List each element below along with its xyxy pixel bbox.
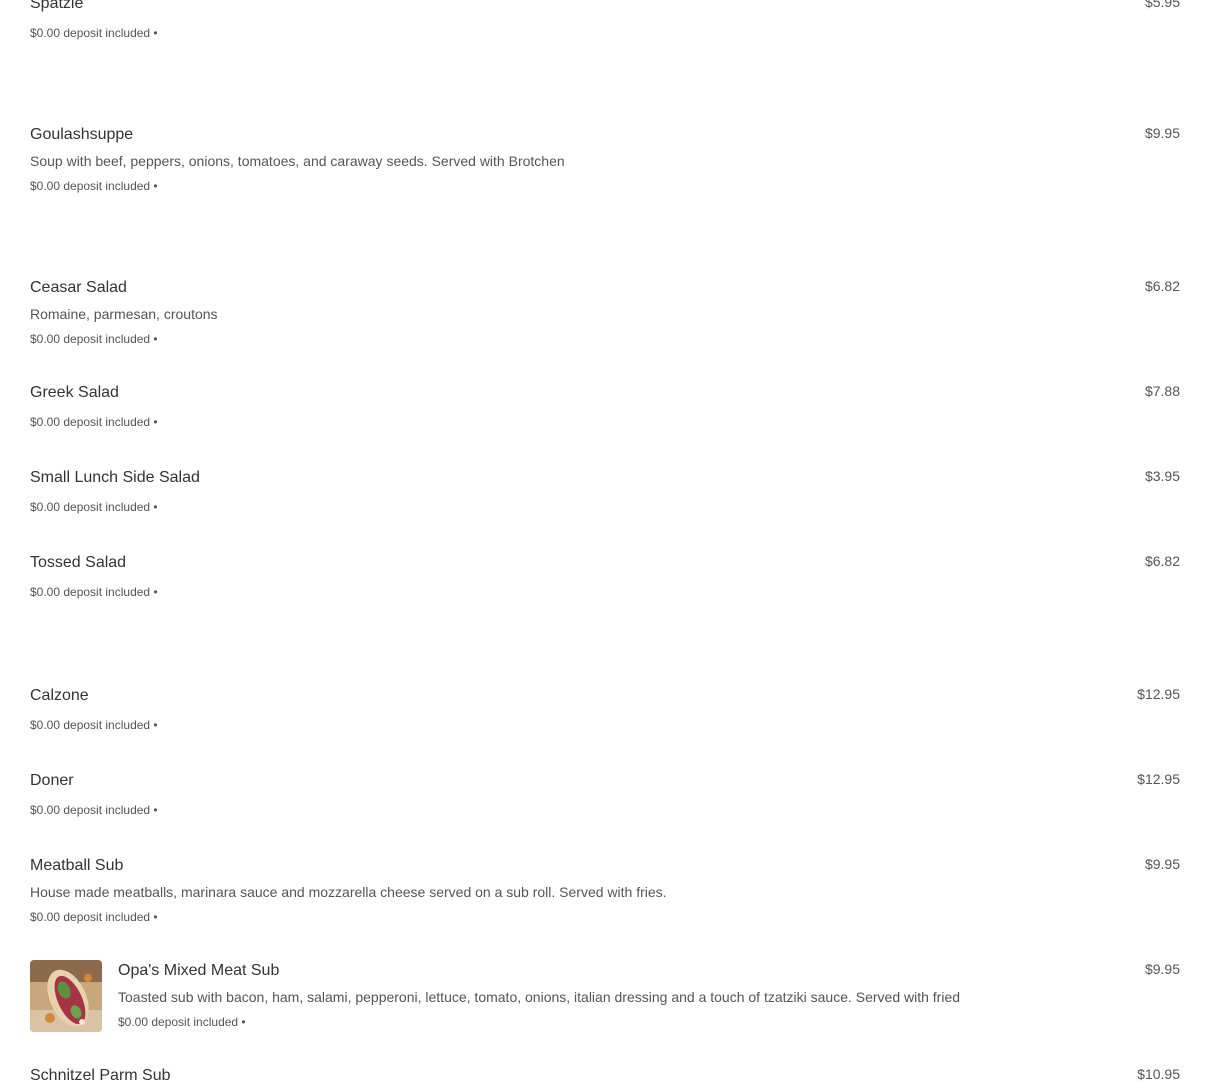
item-price: $9.95 bbox=[1144, 961, 1180, 977]
item-body: Ceasar Salad Romaine, parmesan, croutons… bbox=[30, 278, 1090, 347]
item-price: $12.95 bbox=[1137, 686, 1180, 702]
item-name: Schnitzel Parm Sub bbox=[30, 1067, 171, 1084]
item-name: Goulashsuppe bbox=[30, 126, 134, 143]
item-body: Doner $0.00 deposit included • bbox=[30, 771, 1090, 818]
item-price: $6.82 bbox=[1144, 553, 1180, 569]
item-body: Meatball Sub House made meatballs, marin… bbox=[30, 856, 1090, 925]
item-name: Tossed Salad bbox=[30, 554, 127, 571]
item-body: Small Lunch Side Salad $0.00 deposit inc… bbox=[30, 468, 1090, 515]
item-name: Meatball Sub bbox=[30, 857, 124, 874]
item-body: Opa's Mixed Meat Sub Toasted sub with ba… bbox=[118, 961, 1090, 1030]
item-price: $3.95 bbox=[1144, 468, 1180, 484]
item-deposit-note: $0.00 deposit included • bbox=[30, 332, 158, 346]
item-body: Schnitzel Parm Sub bbox=[30, 1066, 1090, 1086]
item-deposit-note: $0.00 deposit included • bbox=[30, 26, 158, 40]
item-name: Calzone bbox=[30, 687, 89, 704]
item-name: Ceasar Salad bbox=[30, 279, 127, 296]
item-description: Toasted sub with bacon, ham, salami, pep… bbox=[118, 989, 961, 1005]
item-price: $12.95 bbox=[1137, 771, 1180, 787]
item-deposit-note: $0.00 deposit included • bbox=[30, 803, 158, 817]
item-name: Doner bbox=[30, 772, 74, 789]
item-price: $10.95 bbox=[1137, 1066, 1180, 1082]
item-name: Small Lunch Side Salad bbox=[30, 469, 200, 486]
item-body: Tossed Salad $0.00 deposit included • bbox=[30, 553, 1090, 600]
item-deposit-note: $0.00 deposit included • bbox=[30, 500, 158, 514]
item-deposit-note: $0.00 deposit included • bbox=[30, 718, 158, 732]
item-body: Spatzle $0.00 deposit included • bbox=[30, 0, 1090, 41]
item-price: $9.95 bbox=[1144, 125, 1180, 141]
item-photo[interactable] bbox=[30, 960, 102, 1032]
item-price: $9.95 bbox=[1144, 856, 1180, 872]
item-price: $6.82 bbox=[1144, 278, 1180, 294]
item-description: House made meatballs, marinara sauce and… bbox=[30, 884, 667, 900]
item-price: $7.88 bbox=[1144, 383, 1180, 399]
item-name: Greek Salad bbox=[30, 384, 119, 401]
item-body: Calzone $0.00 deposit included • bbox=[30, 686, 1090, 733]
item-description: Soup with beef, peppers, onions, tomatoe… bbox=[30, 153, 565, 169]
item-description: Romaine, parmesan, croutons bbox=[30, 306, 218, 322]
item-body: Goulashsuppe Soup with beef, peppers, on… bbox=[30, 125, 1090, 194]
item-price: $5.95 bbox=[1144, 0, 1180, 10]
item-deposit-note: $0.00 deposit included • bbox=[30, 179, 158, 193]
item-name: Opa's Mixed Meat Sub bbox=[118, 962, 280, 979]
item-name: Spatzle bbox=[30, 0, 84, 12]
item-deposit-note: $0.00 deposit included • bbox=[30, 910, 158, 924]
item-body: Greek Salad $0.00 deposit included • bbox=[30, 383, 1090, 430]
item-deposit-note: $0.00 deposit included • bbox=[30, 415, 158, 429]
item-deposit-note: $0.00 deposit included • bbox=[118, 1015, 246, 1029]
item-deposit-note: $0.00 deposit included • bbox=[30, 585, 158, 599]
